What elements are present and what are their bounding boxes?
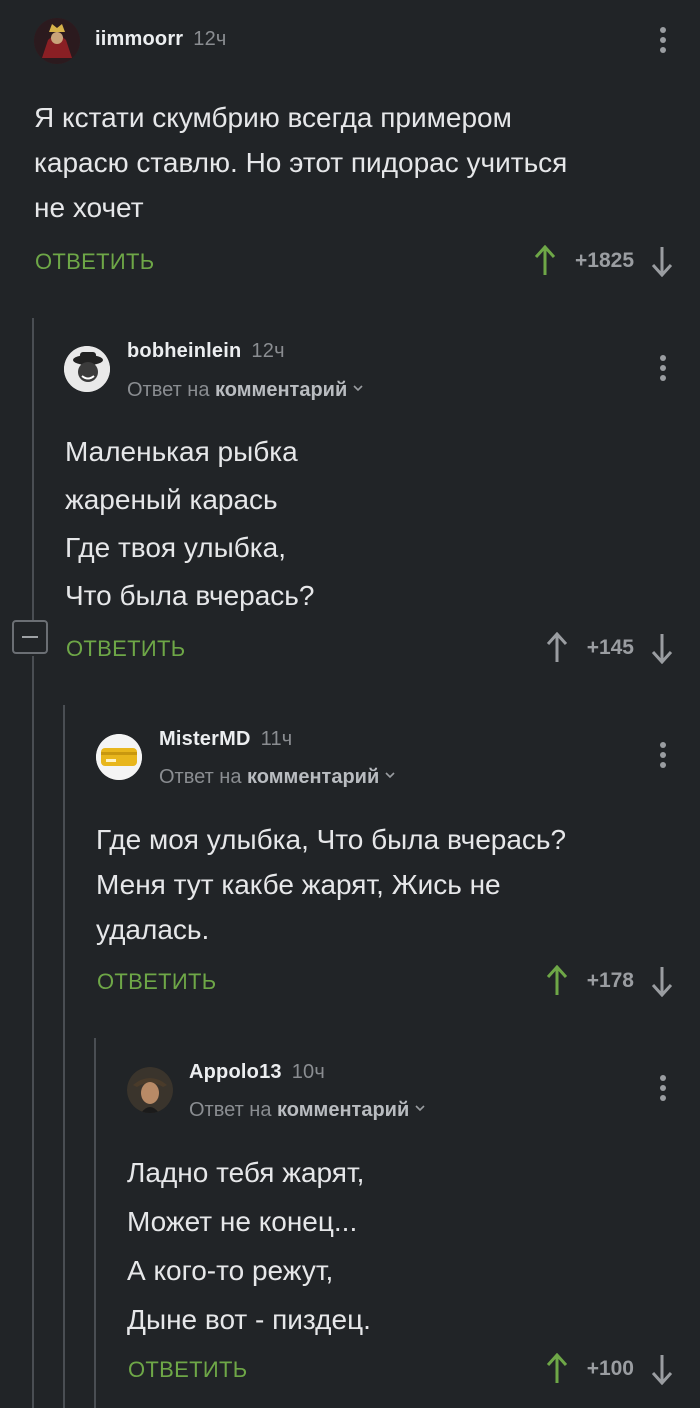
vote-controls: +1825 [533,241,674,281]
vote-controls: +145 [545,628,674,668]
downvote-arrow-icon[interactable] [650,632,674,664]
downvote-arrow-icon[interactable] [650,245,674,277]
vote-score: +178 [586,969,634,992]
comment-body: Маленькая рыбка жареный карась Где твоя … [65,436,315,611]
kebab-menu-icon[interactable] [658,1074,668,1102]
author-name[interactable]: iimmoorr 12ч [95,28,227,51]
kebab-menu-icon[interactable] [658,354,668,382]
reply-button[interactable]: ОТВЕТИТЬ [128,1357,247,1383]
chevron-down-icon [415,1105,425,1112]
vote-controls: +100 [545,1349,674,1389]
kebab-menu-icon[interactable] [658,741,668,769]
chevron-down-icon [353,385,363,392]
reply-button[interactable]: ОТВЕТИТЬ [35,249,154,275]
thread-line-level-3 [94,1038,96,1408]
vote-score: +100 [586,1357,634,1380]
avatar[interactable] [34,18,80,64]
reply-button[interactable]: ОТВЕТИТЬ [97,969,216,995]
thread-line-level-2 [63,705,65,1408]
thread-line-level-1-continued [32,656,34,1408]
vote-score: +145 [586,636,634,659]
vote-controls: +178 [545,961,674,1001]
downvote-arrow-icon[interactable] [650,965,674,997]
reply-to-link[interactable]: Ответ на комментарий [189,1099,425,1122]
reply-to-link[interactable]: Ответ на комментарий [159,766,395,789]
comment-time: 12ч [193,28,227,50]
comment-body: Ладно тебя жарят, Может не конец... А ко… [127,1157,371,1335]
upvote-arrow-icon[interactable] [545,1353,569,1385]
reply-button[interactable]: ОТВЕТИТЬ [66,636,185,662]
kebab-menu-icon[interactable] [658,26,668,54]
upvote-arrow-icon[interactable] [545,632,569,664]
downvote-arrow-icon[interactable] [650,1353,674,1385]
comment-time: 11ч [260,728,293,750]
avatar[interactable] [96,734,142,780]
avatar[interactable] [127,1067,173,1113]
vote-score: +1825 [575,249,634,272]
avatar[interactable] [64,346,110,392]
author-name[interactable]: MisterMD 11ч [159,728,292,751]
upvote-arrow-icon[interactable] [545,965,569,997]
author-name[interactable]: Appolo13 10ч [189,1061,325,1084]
reply-to-link[interactable]: Ответ на комментарий [127,379,363,402]
comment-body: Где моя улыбка, Что была вчерась? Меня т… [96,824,567,945]
collapse-thread-button[interactable] [12,620,48,654]
thread-line-level-1 [32,318,34,620]
chevron-down-icon [385,772,395,779]
upvote-arrow-icon[interactable] [533,245,557,277]
comment-time: 10ч [291,1061,325,1083]
comment-time: 12ч [251,340,285,362]
comment-body: Я кстати скумбрию всегда примером карасю… [34,102,568,223]
author-name[interactable]: bobheinlein 12ч [127,340,285,363]
